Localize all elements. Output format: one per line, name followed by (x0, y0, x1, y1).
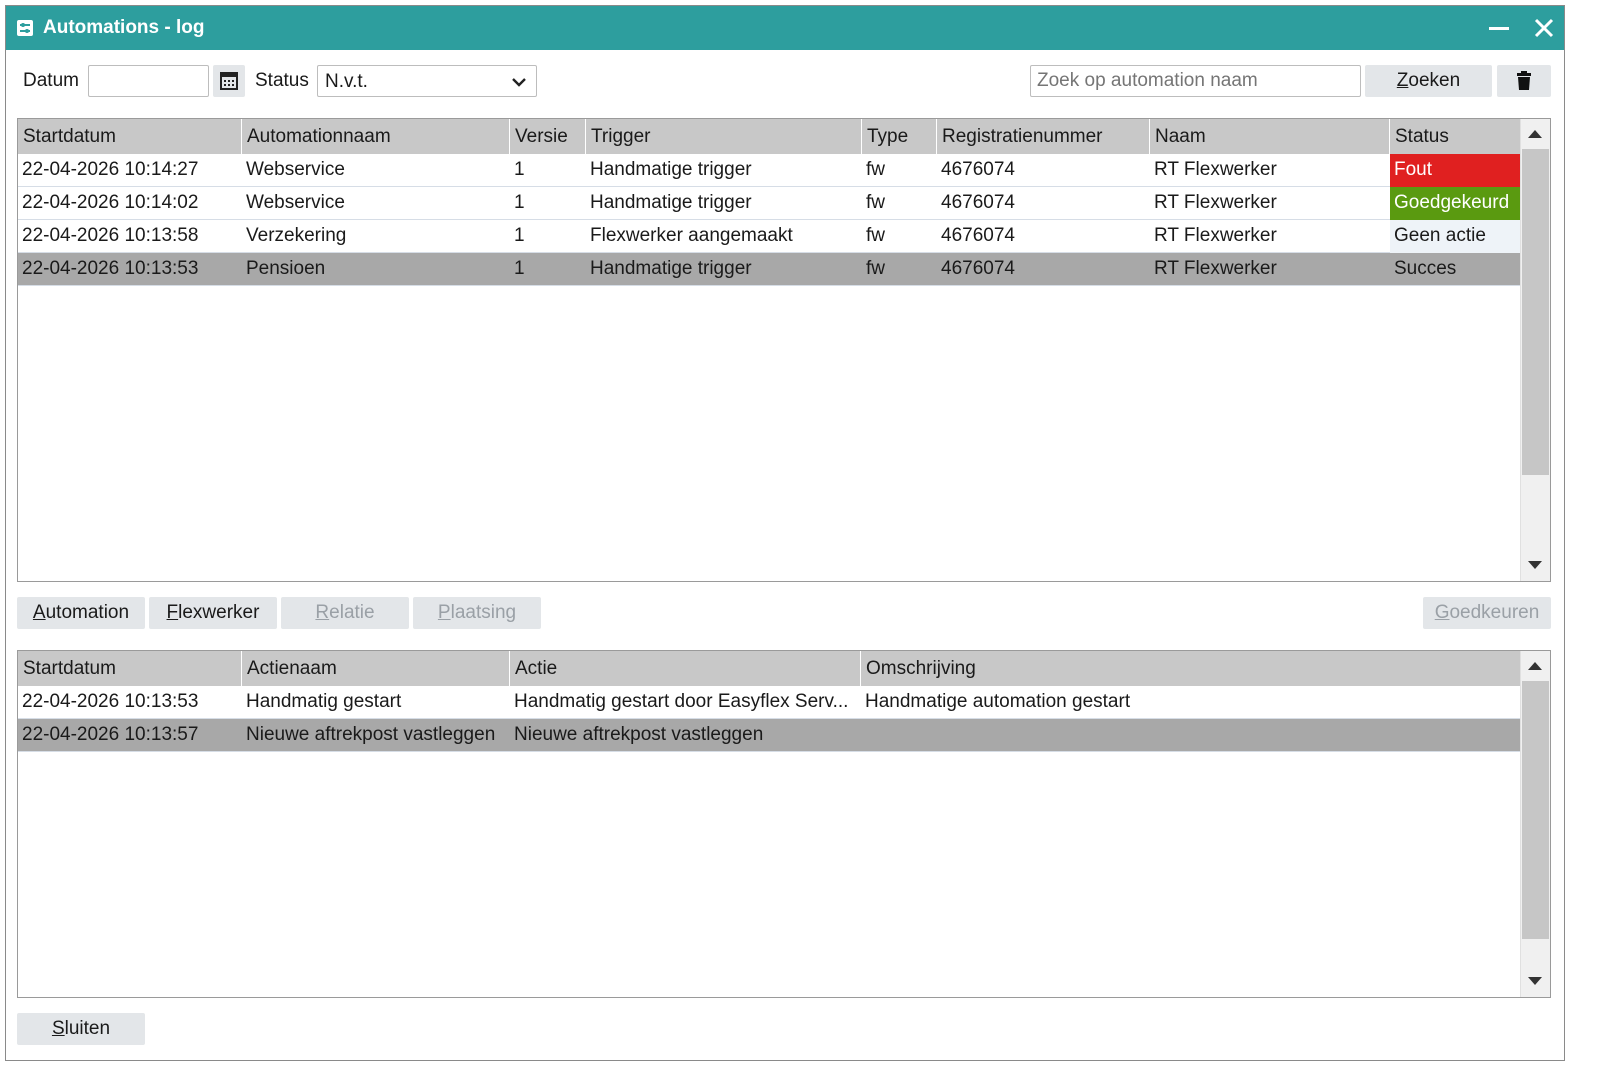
cell-trigger: Handmatige trigger (590, 159, 752, 180)
chevron-down-icon (512, 78, 526, 87)
minimize-icon (1489, 27, 1509, 30)
minimize-button[interactable] (1484, 14, 1514, 42)
goedkeuren-button[interactable]: Goedkeuren (1423, 597, 1551, 629)
automation-app-icon (17, 20, 33, 36)
actions-table-header: Startdatum Actienaam Actie Omschrijving (18, 651, 1520, 686)
scroll-down-icon[interactable] (1528, 977, 1542, 985)
scroll-up-icon[interactable] (1528, 662, 1542, 670)
title-bar: Automations - log (6, 6, 1564, 50)
cell-automationnaam: Pensioen (246, 258, 326, 279)
cell-startdatum: 22-04-2026 10:13:53 (22, 691, 199, 712)
cell-type: fw (866, 159, 885, 180)
cell-registratienummer: 4676074 (941, 192, 1015, 213)
cell-automationnaam: Webservice (246, 192, 345, 213)
col-status[interactable]: Status (1390, 119, 1520, 154)
cell-actie: Handmatig gestart door Easyflex Serv... (514, 691, 849, 712)
cell-startdatum: 22-04-2026 10:13:58 (22, 225, 199, 246)
cell-naam: RT Flexwerker (1154, 225, 1277, 246)
status-label: Status (255, 70, 309, 91)
cell-versie: 1 (514, 159, 525, 180)
cell-actienaam: Nieuwe aftrekpost vastleggen (246, 724, 496, 745)
status-badge-succes: Succes (1394, 258, 1457, 279)
vertical-scrollbar[interactable] (1520, 651, 1550, 997)
cell-startdatum: 22-04-2026 10:13:57 (22, 724, 199, 745)
cell-omschrijving (861, 719, 1520, 752)
scroll-up-icon[interactable] (1528, 130, 1542, 138)
automations-log-window: Automations - log Datum Status N.v.t. Zo… (5, 5, 1565, 1061)
col-startdatum[interactable]: Startdatum (18, 651, 242, 686)
cell-registratienummer: 4676074 (941, 159, 1015, 180)
tab-flexwerker[interactable]: Flexwerker (149, 597, 277, 629)
cell-startdatum: 22-04-2026 10:13:53 (22, 258, 199, 279)
status-badge-fout: Fout (1390, 154, 1520, 187)
col-startdatum[interactable]: Startdatum (18, 119, 242, 154)
col-omschrijving[interactable]: Omschrijving (861, 651, 1520, 686)
table-row[interactable]: 22-04-2026 10:14:02 Webservice 1 Handmat… (18, 187, 1520, 220)
scroll-thumb[interactable] (1522, 681, 1549, 939)
cell-naam: RT Flexwerker (1154, 159, 1277, 180)
status-select-value: N.v.t. (325, 71, 368, 92)
cell-type: fw (866, 225, 885, 246)
cell-startdatum: 22-04-2026 10:14:02 (22, 192, 199, 213)
cell-versie: 1 (514, 258, 525, 279)
scroll-thumb[interactable] (1522, 149, 1549, 475)
cell-trigger: Handmatige trigger (590, 258, 752, 279)
calendar-icon (220, 72, 238, 90)
cell-trigger: Handmatige trigger (590, 192, 752, 213)
cell-type: fw (866, 258, 885, 279)
actions-table: Startdatum Actienaam Actie Omschrijving … (17, 650, 1551, 998)
table-row[interactable]: 22-04-2026 10:14:27 Webservice 1 Handmat… (18, 154, 1520, 187)
status-select[interactable]: N.v.t. (317, 65, 537, 97)
table-row-selected[interactable]: 22-04-2026 10:13:53 Pensioen 1 Handmatig… (18, 253, 1520, 286)
col-automationnaam[interactable]: Automationnaam (242, 119, 510, 154)
cell-type: fw (866, 192, 885, 213)
col-naam[interactable]: Naam (1150, 119, 1390, 154)
trash-icon (1517, 71, 1531, 90)
cell-registratienummer: 4676074 (941, 258, 1015, 279)
cell-registratienummer: 4676074 (941, 225, 1015, 246)
col-versie[interactable]: Versie (510, 119, 586, 154)
cell-startdatum: 22-04-2026 10:14:27 (22, 159, 199, 180)
table-row[interactable]: 22-04-2026 10:13:58 Verzekering 1 Flexwe… (18, 220, 1520, 253)
close-window-button[interactable] (1529, 14, 1559, 42)
col-actie[interactable]: Actie (510, 651, 861, 686)
tab-automation[interactable]: Automation (17, 597, 145, 629)
col-trigger[interactable]: Trigger (586, 119, 862, 154)
calendar-button[interactable] (213, 65, 245, 97)
col-actienaam[interactable]: Actienaam (242, 651, 510, 686)
datum-field[interactable] (88, 65, 209, 97)
cell-automationnaam: Verzekering (246, 225, 347, 246)
table-row-selected[interactable]: 22-04-2026 10:13:57 Nieuwe aftrekpost va… (18, 719, 1520, 752)
col-type[interactable]: Type (862, 119, 937, 154)
status-badge-geen-actie: Geen actie (1390, 220, 1520, 253)
search-input[interactable] (1030, 65, 1361, 97)
sluiten-button[interactable]: Sluiten (17, 1013, 145, 1045)
tab-plaatsing[interactable]: Plaatsing (413, 597, 541, 629)
automations-table-header: Startdatum Automationnaam Versie Trigger… (18, 119, 1520, 154)
cell-versie: 1 (514, 192, 525, 213)
table-row[interactable]: 22-04-2026 10:13:53 Handmatig gestart Ha… (18, 686, 1520, 719)
cell-naam: RT Flexwerker (1154, 192, 1277, 213)
col-registratienummer[interactable]: Registratienummer (937, 119, 1150, 154)
cell-naam: RT Flexwerker (1154, 258, 1277, 279)
cell-automationnaam: Webservice (246, 159, 345, 180)
window-title: Automations - log (43, 17, 205, 38)
datum-label: Datum (23, 70, 79, 91)
tab-relatie[interactable]: Relatie (281, 597, 409, 629)
automations-table: Startdatum Automationnaam Versie Trigger… (17, 118, 1551, 582)
status-badge-goedgekeurd: Goedgekeurd (1390, 187, 1520, 220)
vertical-scrollbar[interactable] (1520, 119, 1550, 581)
cell-actie: Nieuwe aftrekpost vastleggen (514, 724, 764, 745)
search-button[interactable]: Zoeken (1365, 65, 1492, 97)
scroll-down-icon[interactable] (1528, 561, 1542, 569)
cell-trigger: Flexwerker aangemaakt (590, 225, 793, 246)
cell-omschrijving: Handmatige automation gestart (865, 691, 1131, 712)
cell-actienaam: Handmatig gestart (246, 691, 402, 712)
delete-button[interactable] (1497, 65, 1551, 97)
cell-versie: 1 (514, 225, 525, 246)
close-icon (1534, 18, 1554, 38)
